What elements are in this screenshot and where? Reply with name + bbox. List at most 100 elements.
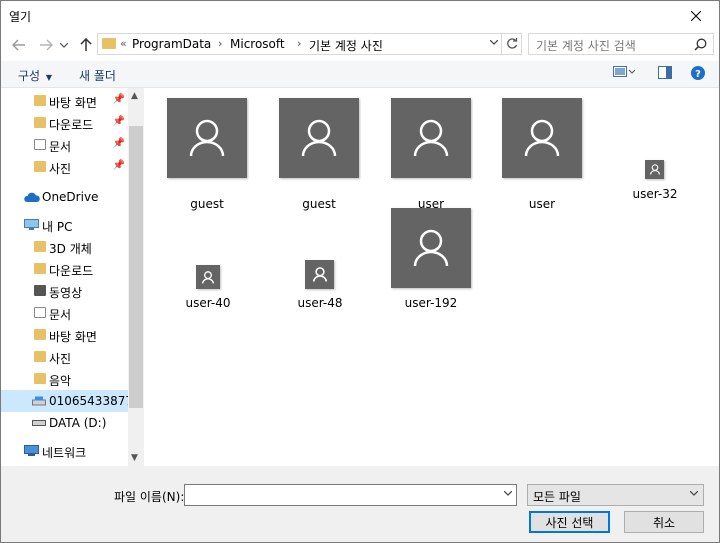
tree-item-this-pc[interactable]: 내 PC bbox=[1, 214, 128, 236]
drive-c-icon bbox=[32, 396, 46, 406]
preview-pane-icon bbox=[658, 66, 672, 79]
tree-item-desktop[interactable]: 바탕 화면 bbox=[1, 324, 128, 346]
cancel-button[interactable]: 취소 bbox=[624, 511, 704, 533]
pin-icon[interactable]: 📌 bbox=[113, 138, 125, 149]
pin-icon[interactable]: 📌 bbox=[113, 116, 125, 127]
breadcrumb-separator-icon[interactable]: › bbox=[297, 37, 301, 50]
help-button[interactable]: ? bbox=[691, 66, 705, 83]
tree-item-quick-downloads[interactable]: 다운로드 📌 bbox=[1, 112, 128, 134]
command-bar: 구성 ▼ 새 폴더 ? bbox=[1, 61, 719, 88]
breadcrumb-separator-icon[interactable]: › bbox=[218, 37, 222, 50]
file-thumbnail bbox=[167, 98, 247, 178]
tree-item-label: 동영상 bbox=[49, 286, 83, 300]
pictures-folder-icon bbox=[34, 161, 46, 172]
file-name: guest bbox=[190, 197, 224, 211]
user-silhouette-icon bbox=[413, 119, 449, 157]
file-thumbnail bbox=[645, 160, 664, 179]
organize-button[interactable]: 구성 ▼ bbox=[18, 67, 52, 84]
tree-item-drive-c[interactable]: 01065433877 (C bbox=[1, 390, 129, 412]
user-silhouette-icon bbox=[649, 164, 660, 175]
documents-folder-icon bbox=[34, 307, 46, 318]
tree-item-label: 바탕 화면 bbox=[49, 330, 97, 344]
close-icon bbox=[691, 11, 701, 21]
chevron-down-icon bbox=[689, 488, 699, 499]
tree-item-label: 문서 bbox=[49, 140, 72, 154]
up-button[interactable] bbox=[76, 35, 96, 55]
tree-item-label: 네트워크 bbox=[42, 446, 87, 460]
change-view-button[interactable] bbox=[613, 66, 636, 83]
tree-item-videos[interactable]: 동영상 bbox=[1, 280, 128, 302]
navigation-row: « ProgramData › Microsoft › 기본 계정 사진 기본 … bbox=[1, 31, 719, 59]
recent-locations-button[interactable] bbox=[57, 35, 71, 55]
3d-objects-folder-icon bbox=[34, 241, 46, 252]
scrollbar-thumb[interactable] bbox=[129, 126, 143, 408]
chevron-down-icon bbox=[60, 42, 68, 48]
documents-folder-icon bbox=[34, 139, 46, 150]
forward-arrow-icon bbox=[40, 39, 53, 51]
tree-item-label: 음악 bbox=[49, 374, 72, 388]
close-button[interactable] bbox=[673, 1, 719, 31]
file-thumbnail bbox=[391, 98, 471, 178]
file-thumbnail bbox=[196, 265, 220, 289]
file-name: user-32 bbox=[632, 187, 678, 201]
file-name: user-40 bbox=[185, 296, 231, 310]
tree-item-label: 다운로드 bbox=[49, 264, 94, 278]
tree-item-downloads[interactable]: 다운로드 bbox=[1, 258, 128, 280]
window-title: 열기 bbox=[9, 10, 32, 24]
user-silhouette-icon bbox=[189, 119, 225, 157]
filename-input[interactable] bbox=[184, 484, 517, 506]
tree-item-quick-documents[interactable]: 문서 📌 bbox=[1, 134, 128, 156]
tree-item-3d-objects[interactable]: 3D 개체 bbox=[1, 236, 128, 258]
tree-item-quick-desktop[interactable]: 바탕 화면 📌 bbox=[1, 90, 128, 112]
file-name: user-48 bbox=[297, 296, 343, 310]
breadcrumb-microsoft[interactable]: Microsoft bbox=[230, 37, 285, 51]
organize-label: 구성 bbox=[18, 69, 41, 83]
back-button[interactable] bbox=[9, 35, 29, 55]
navigation-pane: 바탕 화면 📌 다운로드 📌 문서 📌 사진 📌 OneDrive 내 PC 3… bbox=[1, 88, 144, 466]
tree-item-label: 다운로드 bbox=[49, 118, 94, 132]
pin-icon[interactable]: 📌 bbox=[113, 94, 125, 105]
breadcrumb-overflow-icon[interactable]: « bbox=[120, 37, 127, 50]
scroll-down-icon[interactable]: ▼ bbox=[131, 453, 138, 463]
address-dropdown-icon[interactable] bbox=[489, 37, 499, 48]
pc-icon bbox=[24, 219, 39, 230]
tree-item-pictures[interactable]: 사진 bbox=[1, 346, 128, 368]
user-silhouette-icon bbox=[202, 270, 214, 284]
filename-label: 파일 이름(N): bbox=[114, 490, 185, 504]
tree-item-documents[interactable]: 문서 bbox=[1, 302, 128, 324]
search-icon[interactable] bbox=[694, 38, 707, 54]
forward-button[interactable] bbox=[36, 35, 56, 55]
refresh-button[interactable] bbox=[502, 33, 522, 55]
tree-item-quick-pictures[interactable]: 사진 📌 bbox=[1, 156, 128, 178]
new-folder-button[interactable]: 새 폴더 bbox=[79, 67, 116, 84]
up-arrow-icon bbox=[80, 38, 92, 51]
tree-item-music[interactable]: 음악 bbox=[1, 368, 128, 390]
tree-item-network[interactable]: 네트워크 bbox=[1, 440, 128, 462]
breadcrumb-programdata[interactable]: ProgramData bbox=[132, 37, 211, 51]
desktop-folder-icon bbox=[34, 329, 46, 340]
pictures-folder-icon bbox=[34, 351, 46, 362]
user-silhouette-icon bbox=[312, 267, 327, 282]
scroll-up-icon[interactable]: ▲ bbox=[131, 91, 138, 101]
tree-item-label: DATA (D:) bbox=[49, 416, 107, 430]
tree-item-drive-d[interactable]: DATA (D:) bbox=[1, 412, 128, 434]
preview-pane-button[interactable] bbox=[658, 66, 672, 82]
file-type-select[interactable]: 모든 파일 bbox=[527, 484, 704, 506]
navigation-pane-scrollbar[interactable]: ▲ ▼ bbox=[128, 88, 144, 466]
tree-item-label: 내 PC bbox=[42, 220, 73, 234]
address-bar[interactable]: « ProgramData › Microsoft › 기본 계정 사진 bbox=[97, 33, 502, 55]
onedrive-icon bbox=[24, 192, 40, 202]
search-placeholder: 기본 계정 사진 검색 bbox=[536, 39, 636, 53]
network-icon bbox=[24, 445, 39, 456]
pin-icon[interactable]: 📌 bbox=[113, 160, 125, 171]
search-box[interactable]: 기본 계정 사진 검색 bbox=[528, 33, 714, 55]
dialog-footer: 파일 이름(N): 모든 파일 사진 선택 취소 bbox=[1, 466, 719, 542]
breadcrumb-current-folder[interactable]: 기본 계정 사진 bbox=[309, 37, 383, 54]
user-silhouette-icon bbox=[524, 119, 560, 157]
tree-item-label: 사진 bbox=[49, 162, 72, 176]
file-thumbnail bbox=[502, 98, 582, 178]
refresh-icon bbox=[506, 38, 517, 49]
select-photo-button[interactable]: 사진 선택 bbox=[529, 511, 610, 533]
filename-dropdown-icon[interactable] bbox=[503, 488, 513, 499]
tree-item-onedrive[interactable]: OneDrive bbox=[1, 186, 128, 208]
